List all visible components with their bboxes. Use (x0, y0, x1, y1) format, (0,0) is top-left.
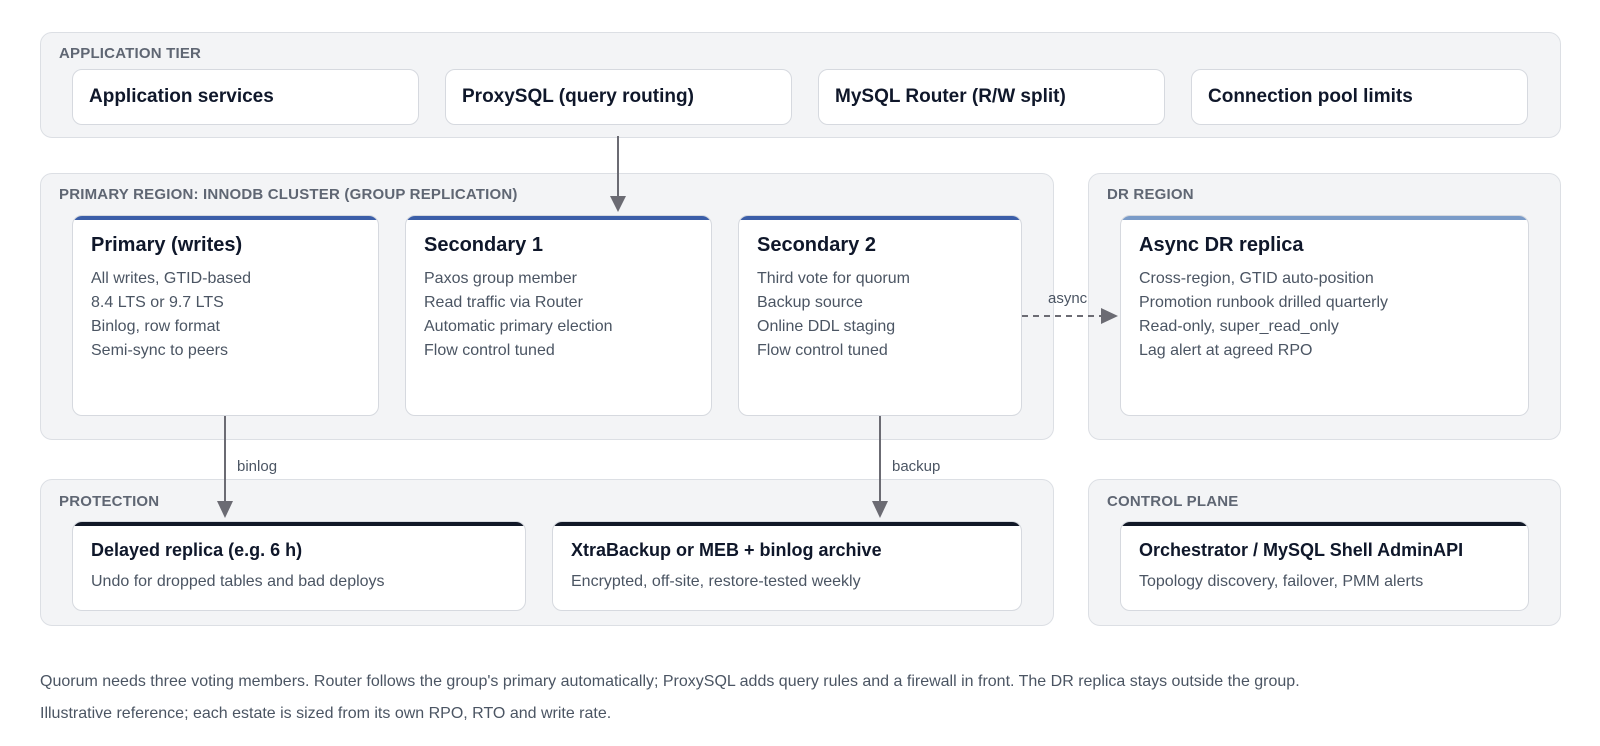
secondary-1-line: Automatic primary election (424, 318, 613, 335)
xtrabackup-card[interactable]: XtraBackup or MEB + binlog archive Encry… (552, 521, 1022, 611)
dr-replica-title: Async DR replica (1139, 234, 1304, 256)
primary-node-line: All writes, GTID-based (91, 270, 252, 287)
primary-node-title: Primary (writes) (91, 234, 243, 256)
protection-label: PROTECTION (59, 493, 160, 510)
secondary-2-accent-bar (739, 216, 1021, 220)
delayed-replica-card[interactable]: Delayed replica (e.g. 6 h) Undo for drop… (72, 521, 526, 611)
binlog-edge-label: binlog (237, 458, 278, 475)
connection-pool-box[interactable]: Connection pool limits (1191, 69, 1528, 125)
async-edge-label: async (1048, 290, 1088, 307)
control-plane-label: CONTROL PLANE (1107, 493, 1239, 510)
footer-disclaimer: Illustrative reference; each estate is s… (40, 705, 612, 722)
orchestrator-accent-bar (1121, 522, 1528, 526)
dr-region-label: DR REGION (1107, 186, 1194, 203)
delayed-replica-detail: Undo for dropped tables and bad deploys (91, 573, 385, 590)
dr-replica-line: Cross-region, GTID auto-position (1139, 270, 1374, 287)
secondary-2-title: Secondary 2 (757, 234, 876, 256)
secondary-1-card[interactable]: Secondary 1 Paxos group member Read traf… (405, 215, 712, 416)
dr-replica-line: Read-only, super_read_only (1139, 318, 1339, 335)
application-services-box[interactable]: Application services (72, 69, 419, 125)
footer-note: Quorum needs three voting members. Route… (40, 673, 1300, 690)
xtrabackup-accent-bar (553, 522, 1021, 526)
backup-edge-label: backup (892, 458, 941, 475)
secondary-1-line: Flow control tuned (424, 342, 555, 359)
secondary-1-line: Paxos group member (424, 270, 577, 287)
secondary-2-card[interactable]: Secondary 2 Third vote for quorum Backup… (738, 215, 1022, 416)
mysql-router-box[interactable]: MySQL Router (R/W split) (818, 69, 1165, 125)
orchestrator-card[interactable]: Orchestrator / MySQL Shell AdminAPI Topo… (1120, 521, 1529, 611)
xtrabackup-title: XtraBackup or MEB + binlog archive (571, 540, 882, 560)
async-dr-replica-card[interactable]: Async DR replica Cross-region, GTID auto… (1120, 215, 1529, 416)
secondary-2-line: Flow control tuned (757, 342, 888, 359)
secondary-2-line: Backup source (757, 294, 863, 311)
dr-accent-bar (1121, 216, 1528, 220)
primary-node-line: Semi-sync to peers (91, 342, 228, 359)
secondary-1-title: Secondary 1 (424, 234, 543, 256)
delayed-replica-accent-bar (73, 522, 525, 526)
primary-accent-bar (73, 216, 378, 220)
secondary-1-line: Read traffic via Router (424, 294, 583, 311)
application-tier-label: APPLICATION TIER (59, 45, 202, 62)
orchestrator-title: Orchestrator / MySQL Shell AdminAPI (1139, 540, 1464, 560)
secondary-1-accent-bar (406, 216, 711, 220)
orchestrator-detail: Topology discovery, failover, PMM alerts (1139, 573, 1424, 590)
primary-node-line: Binlog, row format (91, 318, 220, 335)
primary-region-label: PRIMARY REGION: INNODB CLUSTER (GROUP RE… (59, 186, 518, 203)
delayed-replica-title: Delayed replica (e.g. 6 h) (91, 540, 303, 560)
dr-replica-line: Promotion runbook drilled quarterly (1139, 294, 1389, 311)
xtrabackup-detail: Encrypted, off-site, restore-tested week… (571, 573, 861, 590)
primary-node-card[interactable]: Primary (writes) All writes, GTID-based … (72, 215, 379, 416)
secondary-2-line: Online DDL staging (757, 318, 896, 335)
dr-replica-line: Lag alert at agreed RPO (1139, 342, 1313, 359)
secondary-2-line: Third vote for quorum (757, 270, 910, 287)
proxysql-box[interactable]: ProxySQL (query routing) (445, 69, 792, 125)
primary-node-line: 8.4 LTS or 9.7 LTS (91, 294, 224, 311)
